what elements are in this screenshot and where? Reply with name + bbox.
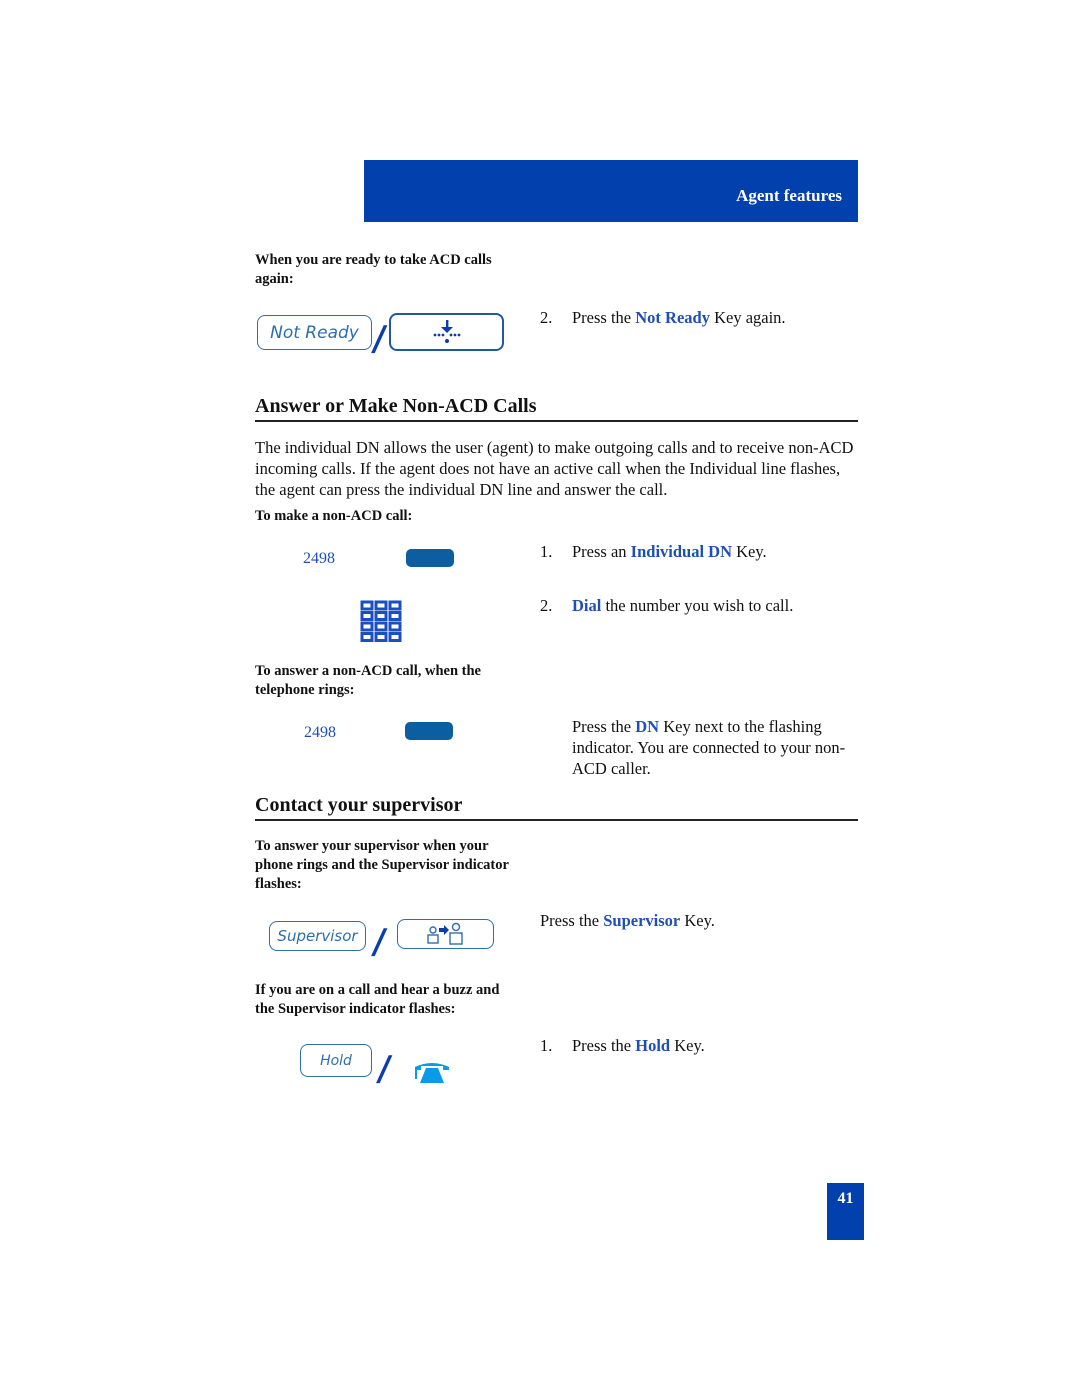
section-header-title: Agent features <box>736 186 842 205</box>
heading-rule <box>255 420 858 422</box>
heading-rule <box>255 819 858 821</box>
make-call-label: To make a non-ACD call: <box>255 508 413 524</box>
individual-dn-key-ref: Individual DN <box>630 542 733 561</box>
answer-supervisor-label: To answer your supervisor when your phon… <box>255 838 509 892</box>
supervisor-icon-key[interactable] <box>397 919 494 949</box>
answer-call-step: Press the DN Key next to the flashing in… <box>572 717 846 778</box>
supervisor-softkey[interactable]: Supervisor <box>269 921 366 951</box>
dn-key-answer[interactable] <box>405 722 453 740</box>
not-ready-softkey-label: Not Ready <box>270 322 359 343</box>
not-ready-icon <box>433 320 460 343</box>
not-ready-icon-key[interactable] <box>389 313 504 351</box>
not-ready-softkey[interactable]: Not Ready <box>257 315 372 350</box>
supervisor-transfer-icon <box>426 922 463 945</box>
individual-dn-key[interactable] <box>406 549 454 567</box>
non-acd-heading: Answer or Make Non-ACD Calls <box>255 395 537 417</box>
hold-softkey[interactable]: Hold <box>300 1044 372 1077</box>
supervisor-key-ref: Supervisor <box>603 911 681 930</box>
dn-number: 2498 <box>303 550 335 567</box>
make-call-step-2: 2. Dial the number you wish to call. <box>540 596 794 615</box>
or-slash: / <box>375 1049 394 1089</box>
hold-key-ref: Hold <box>635 1036 671 1055</box>
non-acd-intro: The individual DN allows the user (agent… <box>255 438 854 499</box>
make-call-step-1: 1. Press an Individual DN Key. <box>540 542 767 561</box>
buzz-label: If you are on a call and hear a buzz and… <box>255 982 500 1017</box>
or-slash: / <box>370 319 389 359</box>
hold-softkey-label: Hold <box>320 1052 352 1069</box>
ready-step: 2. Press the Not Ready Key again. <box>540 308 786 327</box>
supervisor-softkey-label: Supervisor <box>277 927 358 945</box>
hold-phone-icon[interactable] <box>413 1061 451 1090</box>
dialpad-icon <box>360 600 404 649</box>
supervisor-heading: Contact your supervisor <box>255 794 463 816</box>
supervisor-step: Press the Supervisor Key. <box>540 911 715 930</box>
dn-key-ref: DN <box>635 717 660 736</box>
hold-step: 1. Press the Hold Key. <box>540 1036 705 1055</box>
ready-label: When you are ready to take ACD calls aga… <box>255 252 492 287</box>
page-number: 41 <box>837 1190 854 1207</box>
dial-ref: Dial <box>572 596 602 615</box>
dn-number-answer: 2498 <box>304 724 336 741</box>
answer-call-label: To answer a non-ACD call, when the telep… <box>255 663 481 698</box>
or-slash: / <box>370 922 389 962</box>
page-number-box: 41 <box>827 1183 864 1240</box>
section-header-bar: Agent features <box>364 160 858 222</box>
not-ready-key-ref: Not Ready <box>635 308 710 327</box>
